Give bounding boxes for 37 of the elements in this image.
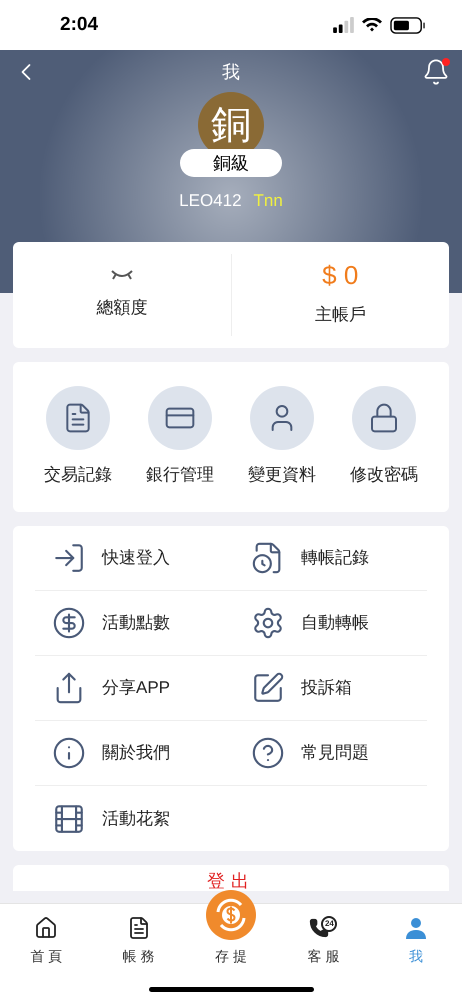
dollar-circle-icon	[52, 606, 86, 640]
tab[interactable]: 首 頁	[0, 916, 92, 967]
menu-item[interactable]: 常見問題	[231, 721, 427, 785]
menu-item[interactable]: 分享APP	[35, 656, 231, 720]
battery-icon	[390, 16, 426, 34]
shortcut-button[interactable]: 交易記錄	[27, 386, 129, 488]
menu-item[interactable]: 快速登入	[35, 526, 231, 590]
menu-item[interactable]: 關於我們	[35, 721, 231, 785]
menu-item[interactable]: 自動轉帳	[231, 591, 427, 655]
closed-eye-icon[interactable]	[110, 269, 134, 282]
bell-icon[interactable]	[422, 58, 450, 86]
tab[interactable]: 24 客 服	[277, 916, 370, 967]
logout-button[interactable]: 登出	[13, 865, 449, 891]
menu-item[interactable]: 轉帳記錄	[231, 526, 427, 590]
level-label: 銅級	[180, 149, 282, 177]
edit-icon	[251, 671, 285, 705]
tab[interactable]: 存 提	[184, 890, 278, 967]
nickname: Tnn	[254, 190, 283, 212]
shortcut-button[interactable]: 變更資料	[231, 386, 333, 488]
balance-label: 總額度	[96, 297, 148, 320]
help-icon	[251, 736, 285, 770]
status-time: 2:04	[60, 12, 98, 37]
home-icon	[34, 916, 58, 940]
username: LEO412	[179, 190, 242, 212]
signal-icon	[333, 17, 354, 33]
wifi-icon	[362, 18, 382, 32]
menu-item[interactable]: 投訴箱	[231, 656, 427, 720]
balance-amount: $ 0	[322, 262, 358, 288]
info-icon	[52, 736, 86, 770]
balance-label: 主帳戶	[314, 304, 366, 326]
shortcut-button[interactable]: 銀行管理	[129, 386, 231, 488]
menu-item[interactable]: 活動花絮	[35, 786, 231, 851]
shortcut-button[interactable]: 修改密碼	[333, 386, 435, 488]
tab[interactable]: 帳 務	[92, 916, 185, 967]
menu-item[interactable]: 活動點數	[35, 591, 231, 655]
page-title: 我	[222, 60, 240, 84]
person-icon	[404, 916, 428, 940]
